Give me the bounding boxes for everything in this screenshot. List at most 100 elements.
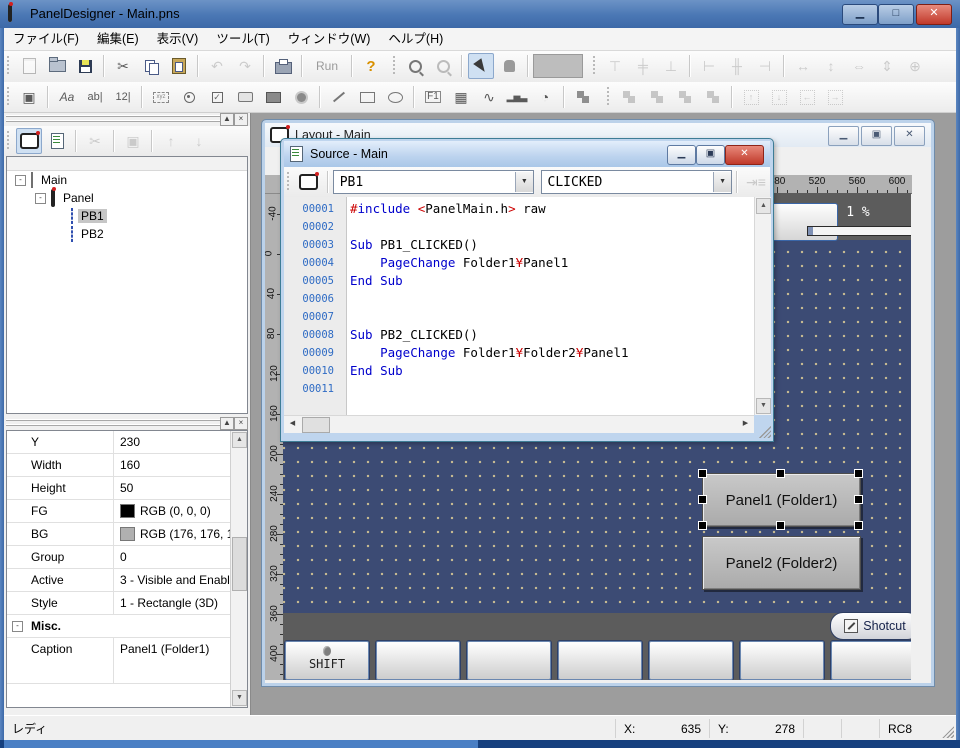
pan-tool-button[interactable]	[496, 53, 522, 79]
selection-handle[interactable]	[776, 521, 785, 530]
source-maximize-button[interactable]: ▣	[696, 145, 725, 165]
scroll-right-icon[interactable]: ▶	[738, 417, 753, 431]
prop-row-Caption[interactable]: CaptionPanel1 (Folder1)	[7, 638, 231, 684]
code-line[interactable]: 00004 PageChange Folder1¥Panel1	[284, 254, 754, 272]
function-key-tool[interactable]: F1	[420, 84, 446, 110]
prop-section-Misc.[interactable]: -Misc.	[7, 615, 231, 638]
code-line[interactable]: 00002	[284, 218, 754, 236]
scroll-up-icon[interactable]: ▲	[756, 198, 771, 214]
chevron-down-icon[interactable]: ▼	[515, 172, 533, 192]
code-line[interactable]: 00006	[284, 290, 754, 308]
code-line[interactable]: 00001#include <PanelMain.h> raw	[284, 200, 754, 218]
panel-view-button[interactable]	[16, 128, 42, 154]
zoom-reset-button[interactable]	[430, 53, 456, 79]
nudge-up-button[interactable]: ↑	[738, 84, 764, 110]
event-list-button[interactable]: ⇥≡	[743, 169, 769, 195]
menu-item-0[interactable]: ファイル(F)	[4, 29, 88, 50]
menu-item-4[interactable]: ウィンドウ(W)	[279, 29, 380, 50]
window-resize-grip[interactable]	[939, 723, 954, 738]
fit-both-button[interactable]: ⊕	[902, 53, 928, 79]
tree-item-label[interactable]: PB1	[78, 209, 107, 223]
property-pane-gripper[interactable]: ▲ ×	[4, 416, 250, 430]
scroll-left-icon[interactable]: ◀	[285, 417, 300, 431]
prop-row-Style[interactable]: Style1 - Rectangle (3D)	[7, 592, 231, 615]
bring-to-front-button[interactable]	[616, 84, 642, 110]
property-scrollbar[interactable]: ▲ ▼	[230, 431, 247, 707]
toolbar-grip[interactable]	[7, 87, 12, 107]
menu-item-5[interactable]: ヘルプ(H)	[379, 29, 452, 50]
copy-button[interactable]	[138, 53, 164, 79]
toolbar-grip[interactable]	[607, 87, 612, 107]
align-top-button[interactable]: ⊤	[602, 53, 628, 79]
tree-item-Panel[interactable]: -Panel	[7, 189, 247, 207]
help-button[interactable]: ?	[358, 53, 384, 79]
redo-button[interactable]: ↷	[232, 53, 258, 79]
object-scope-button[interactable]	[296, 169, 322, 195]
code-line[interactable]: 00003Sub PB1_CLICKED()	[284, 236, 754, 254]
editor-vertical-scrollbar[interactable]: ▲ ▼	[754, 197, 771, 415]
line-tool[interactable]	[326, 84, 352, 110]
selection-handle[interactable]	[698, 521, 707, 530]
undo-button[interactable]: ↶	[204, 53, 230, 79]
scroll-thumb[interactable]	[232, 537, 247, 591]
selection-handle[interactable]	[698, 469, 707, 478]
function-key-blank-3[interactable]	[558, 641, 642, 680]
new-button[interactable]	[16, 53, 42, 79]
pane-close-button[interactable]: ×	[234, 417, 248, 430]
run-button[interactable]: Run	[307, 56, 347, 76]
selection-handle[interactable]	[854, 521, 863, 530]
scroll-up-icon[interactable]: ▲	[232, 432, 247, 448]
selection-handle[interactable]	[854, 495, 863, 504]
same-width-button[interactable]: ↔	[790, 53, 816, 79]
function-key-shift[interactable]: SHIFT	[285, 641, 369, 680]
tree-item-Main[interactable]: -Main	[7, 171, 247, 189]
numeric-button[interactable]: 12|	[110, 84, 136, 110]
align-left-button[interactable]: ⊢	[696, 53, 722, 79]
panel1-button[interactable]: Panel1 (Folder1)	[702, 473, 861, 527]
prop-value[interactable]: Panel1 (Folder1)	[114, 638, 231, 683]
code-editor[interactable]: 00001#include <PanelMain.h> raw000020000…	[284, 197, 754, 416]
editor-horizontal-scrollbar[interactable]: ◀ ▶	[284, 415, 754, 433]
prop-value[interactable]: 0	[114, 546, 231, 568]
code-line[interactable]: 00010End Sub	[284, 362, 754, 380]
focus-button-tool[interactable]	[260, 84, 286, 110]
code-line[interactable]: 00008Sub PB2_CLICKED()	[284, 326, 754, 344]
meter-tool[interactable]: ◔	[532, 84, 558, 110]
function-key-blank-1[interactable]	[376, 641, 460, 680]
toolbar-grip[interactable]	[287, 172, 292, 192]
function-key-blank-2[interactable]	[467, 641, 551, 680]
minimize-button[interactable]: ▁	[842, 4, 878, 25]
source-view-button[interactable]	[44, 128, 70, 154]
paste-button[interactable]	[166, 53, 192, 79]
print-button[interactable]	[270, 53, 296, 79]
prop-value[interactable]: 160	[114, 454, 231, 476]
tree-pane-gripper[interactable]: ▲ ×	[4, 112, 250, 126]
same-height-button[interactable]: ↕	[818, 53, 844, 79]
move-down-button[interactable]: ↓	[186, 128, 212, 154]
nudge-right-button[interactable]: →	[822, 84, 848, 110]
scroll-down-icon[interactable]: ▼	[756, 398, 771, 414]
prop-row-Height[interactable]: Height50	[7, 477, 231, 500]
align-center-button[interactable]: ╫	[724, 53, 750, 79]
save-button[interactable]	[72, 53, 98, 79]
tree-expander-icon[interactable]: -	[35, 193, 46, 204]
prop-row-BG[interactable]: BGRGB (176, 176, 1	[7, 523, 231, 546]
xyz-field-button[interactable]: xyz	[148, 84, 174, 110]
static-text-button[interactable]: Aa	[54, 84, 80, 110]
layers-button[interactable]	[570, 84, 596, 110]
selection-handle[interactable]	[698, 495, 707, 504]
scroll-down-icon[interactable]: ▼	[232, 690, 247, 706]
zoom-level-box[interactable]	[533, 54, 583, 78]
code-line[interactable]: 00011	[284, 380, 754, 398]
prop-value[interactable]: 1 - Rectangle (3D)	[114, 592, 231, 614]
tree-item-PB2[interactable]: PB2	[7, 225, 247, 243]
toolbar-grip[interactable]	[7, 131, 12, 151]
fit-width-button[interactable]: ⇔	[846, 53, 872, 79]
toolbar-grip[interactable]	[393, 56, 398, 76]
selection-handle[interactable]	[854, 469, 863, 478]
source-close-button[interactable]: ✕	[725, 145, 764, 165]
section-collapse-icon[interactable]: -	[12, 621, 23, 632]
toolbar-grip[interactable]	[593, 56, 598, 76]
resize-grip[interactable]	[756, 423, 771, 438]
pane-collapse-button[interactable]: ▲	[220, 417, 234, 430]
